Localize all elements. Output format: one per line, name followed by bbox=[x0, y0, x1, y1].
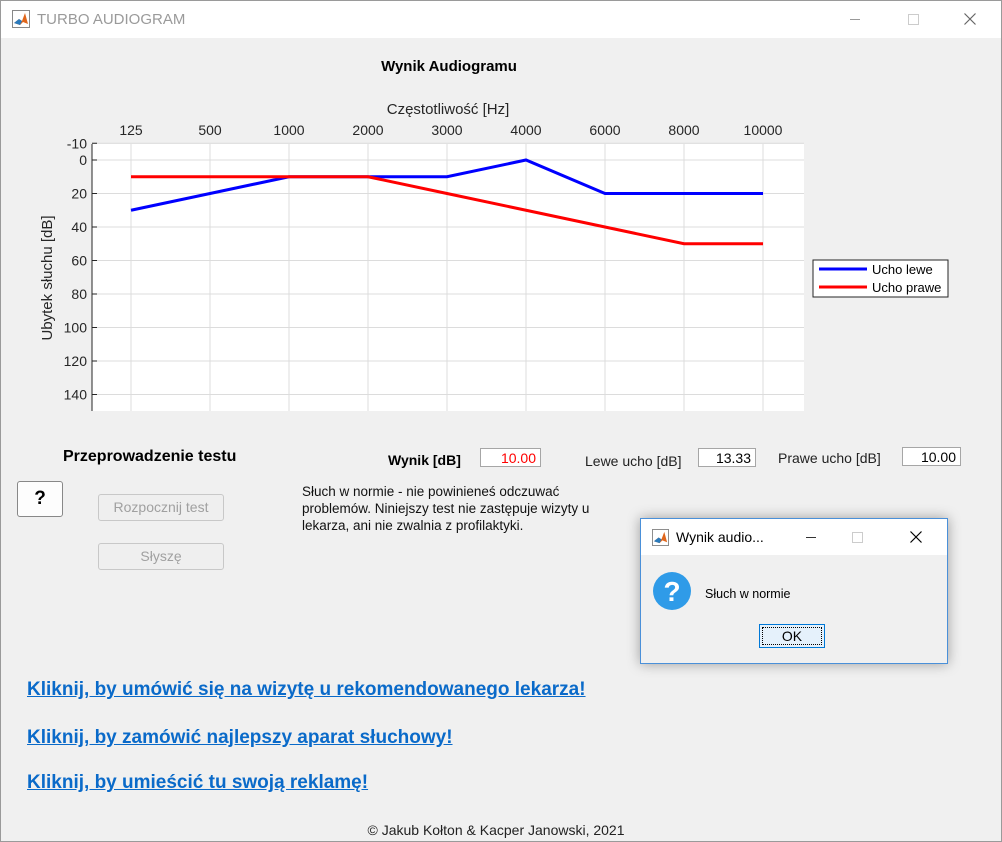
score-field: 10.00 bbox=[480, 448, 541, 467]
plot-area bbox=[92, 144, 804, 411]
x-tick-label: 125 bbox=[119, 122, 143, 138]
dialog-minimize-button[interactable] bbox=[789, 519, 835, 555]
legend-label: Ucho prawe bbox=[872, 280, 941, 295]
dialog-title: Wynik audio... bbox=[676, 529, 764, 545]
y-tick-label: 60 bbox=[71, 253, 87, 269]
y-tick-label: 40 bbox=[71, 219, 87, 235]
hear-button[interactable]: Słyszę bbox=[98, 543, 224, 570]
x-tick-label: 8000 bbox=[668, 122, 699, 138]
x-axis-label: Częstotliwość [Hz] bbox=[387, 101, 510, 118]
y-tick-label: 120 bbox=[64, 353, 88, 369]
dialog-title-bar[interactable]: Wynik audio... bbox=[641, 519, 947, 555]
hearing-aid-link[interactable]: Kliknij, by zamówić najlepszy aparat słu… bbox=[27, 727, 453, 749]
close-icon bbox=[910, 531, 922, 543]
score-label: Wynik [dB] bbox=[388, 452, 461, 468]
x-tick-label: 3000 bbox=[431, 122, 462, 138]
x-tick-label: 500 bbox=[198, 122, 222, 138]
y-axis-label: Ubytek słuchu [dB] bbox=[39, 215, 56, 340]
audiogram-chart: -100 20 40 60 80 100 120 140 125 500 1000 2000 3000 4… bbox=[39, 101, 949, 411]
x-tick-label: 1000 bbox=[273, 122, 304, 138]
y-tick-label: 100 bbox=[64, 320, 88, 336]
advert-link[interactable]: Kliknij, by umieścić tu swoją reklamę! bbox=[27, 772, 368, 794]
y-tick-label: 0 bbox=[79, 152, 87, 168]
svg-text:?: ? bbox=[663, 576, 680, 607]
x-tick-label: 6000 bbox=[589, 122, 620, 138]
matlab-icon bbox=[652, 529, 669, 546]
start-test-button[interactable]: Rozpocznij test bbox=[98, 494, 224, 521]
x-tick-label: 10000 bbox=[744, 122, 783, 138]
y-tick-label: 20 bbox=[71, 186, 87, 202]
x-tick-label: 4000 bbox=[510, 122, 541, 138]
y-tick-label: 80 bbox=[71, 286, 87, 302]
dialog-ok-button[interactable]: OK bbox=[759, 624, 825, 648]
doctor-link[interactable]: Kliknij, by umówić się na wizytę u rekom… bbox=[27, 679, 586, 701]
test-section-title: Przeprowadzenie testu bbox=[63, 448, 237, 465]
footer-copyright: © Jakub Kołton & Kacper Janowski, 2021 bbox=[367, 822, 625, 838]
result-dialog: Wynik audio... ? Słuch w normie OK bbox=[640, 518, 948, 664]
dialog-close-button[interactable] bbox=[893, 519, 939, 555]
x-tick-label: 2000 bbox=[352, 122, 383, 138]
help-button[interactable]: ? bbox=[17, 481, 63, 517]
right-ear-field: 10.00 bbox=[902, 447, 961, 466]
right-ear-label: Prawe ucho [dB] bbox=[778, 450, 881, 466]
dialog-maximize-button[interactable] bbox=[835, 519, 881, 555]
left-ear-field: 13.33 bbox=[698, 448, 756, 467]
main-window: TURBO AUDIOGRAM Wynik Audiogramu -10 0 20 4… bbox=[0, 0, 1002, 842]
left-ear-label: Lewe ucho [dB] bbox=[585, 453, 682, 469]
y-tick-label: 140 bbox=[64, 387, 88, 403]
y-tick-label: -10 bbox=[67, 135, 87, 151]
dialog-message: Słuch w normie bbox=[705, 587, 791, 601]
question-icon: ? bbox=[653, 572, 691, 610]
legend: Ucho lewe Ucho prawe bbox=[812, 259, 949, 298]
legend-label: Ucho lewe bbox=[872, 262, 933, 277]
result-message: Słuch w normie - nie powinieneś odczuwać… bbox=[302, 484, 590, 533]
